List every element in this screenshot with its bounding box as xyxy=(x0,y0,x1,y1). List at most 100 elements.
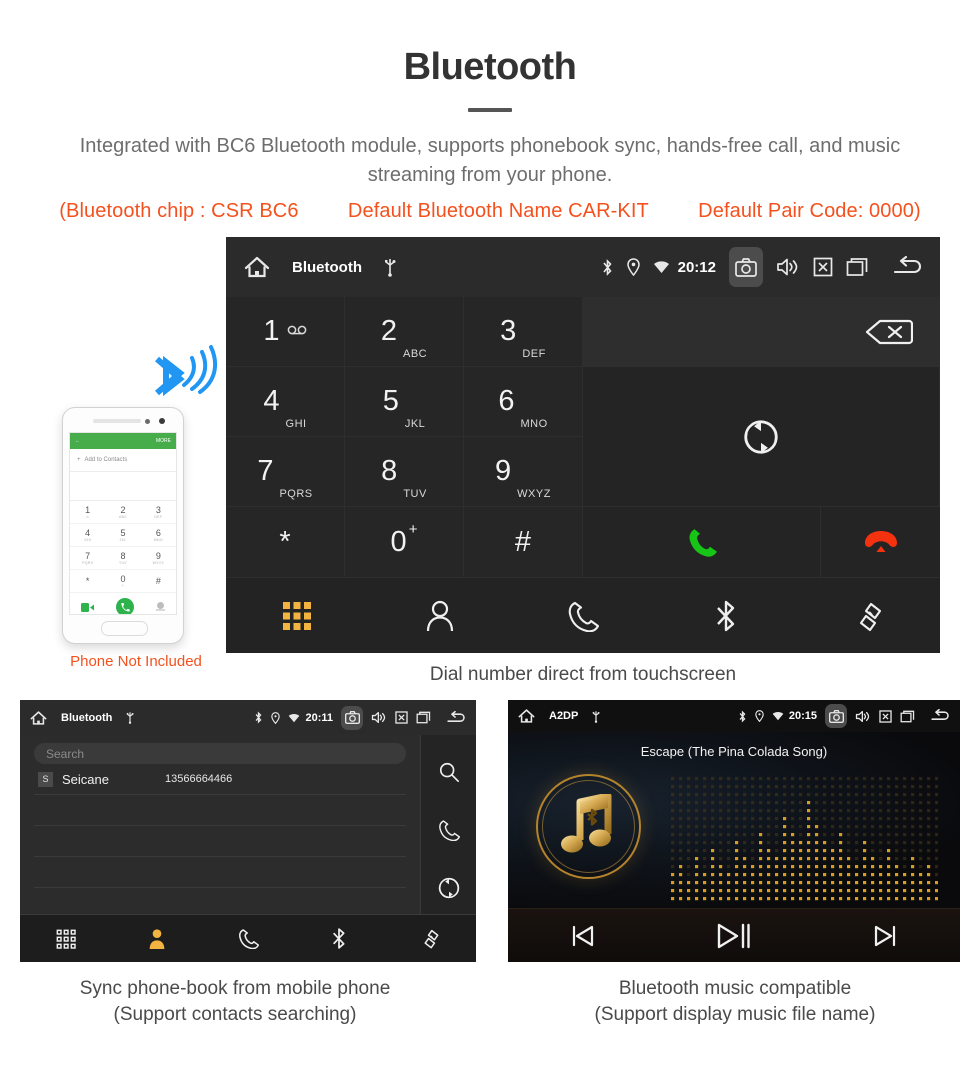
dial-key-digit: 0 xyxy=(390,525,407,558)
home-icon[interactable] xyxy=(518,708,535,724)
table-row-empty xyxy=(34,795,406,826)
phone-not-included-label: Phone Not Included xyxy=(70,653,202,670)
avatar: S xyxy=(38,771,53,787)
home-icon[interactable] xyxy=(244,255,270,279)
phone-illu-key: 0 + xyxy=(105,570,141,593)
nav-dialpad[interactable] xyxy=(226,601,369,631)
call-end-button[interactable] xyxy=(821,507,940,578)
song-title: Escape (The Pina Colada Song) xyxy=(640,744,828,759)
next-track-button[interactable] xyxy=(809,925,960,947)
nav-bluetooth[interactable] xyxy=(654,599,797,633)
call-icon[interactable] xyxy=(438,819,460,841)
equalizer-visualizer xyxy=(670,776,938,901)
phone-illu-key-digit: 2 xyxy=(120,505,126,515)
nav-call-log[interactable] xyxy=(512,600,655,632)
phonebook-screenshot: Bluetooth 20:11 Search S Seicane 1356666… xyxy=(20,700,476,962)
back-icon[interactable] xyxy=(446,710,468,725)
nav-contacts[interactable] xyxy=(111,928,202,950)
nav-link[interactable] xyxy=(797,600,940,632)
nav-dialpad[interactable] xyxy=(20,929,111,949)
phone-illu-key: 9 WXYZ xyxy=(140,547,176,570)
spec-line: (Bluetooth chip : CSR BC6 Default Blueto… xyxy=(0,200,980,223)
phone-keypad: 1 ∞ 2 ABC 3 DEF 4 GHI 5 JKL 6 MNO 7 PQRS 8 TUV 9 WXYZ * 0 + # xyxy=(70,501,176,593)
dial-key-2[interactable]: 2 ABC xyxy=(345,297,464,367)
location-icon xyxy=(271,711,281,724)
close-box-icon[interactable] xyxy=(813,257,833,277)
recent-apps-icon[interactable] xyxy=(416,711,432,724)
phone-home-button xyxy=(101,621,148,636)
search-icon[interactable] xyxy=(438,761,460,783)
nav-contacts[interactable] xyxy=(369,600,512,632)
dial-key-9[interactable]: 9 WXYZ xyxy=(464,437,583,507)
phone-illu-key: 7 PQRS xyxy=(70,547,106,570)
phone-speaker xyxy=(93,419,141,423)
dial-key-1[interactable]: 1 xyxy=(226,297,345,367)
camera-icon[interactable] xyxy=(825,704,847,728)
camera-icon[interactable] xyxy=(729,247,763,287)
phone-illu-key: 1 ∞ xyxy=(70,501,106,524)
smartphone-body: ← MORE + Add to Contacts 1 ∞ 2 ABC 3 DEF 4 GHI 5 J… xyxy=(62,407,184,644)
play-pause-button[interactable] xyxy=(659,923,810,949)
phone-illu-key-digit: 5 xyxy=(120,528,126,538)
dial-key-letters: MNO xyxy=(520,418,548,430)
table-row[interactable]: S Seicane 13566664466 xyxy=(34,764,406,795)
call-answer-button[interactable] xyxy=(583,507,821,578)
camera-icon[interactable] xyxy=(341,705,363,730)
phone-illu-key-letters: + xyxy=(121,584,125,588)
dial-key-4[interactable]: 4 GHI xyxy=(226,367,345,437)
sync-icon[interactable] xyxy=(438,877,460,899)
back-icon[interactable] xyxy=(892,256,926,278)
dial-key-6[interactable]: 6 MNO xyxy=(464,367,583,437)
previous-track-button[interactable] xyxy=(508,925,659,947)
volume-icon[interactable] xyxy=(371,711,387,724)
dial-key-star[interactable]: * xyxy=(226,507,345,578)
dial-key-8[interactable]: 8 TUV xyxy=(345,437,464,507)
dial-key-0[interactable]: 0 + xyxy=(345,507,464,578)
dialer-clock: 20:12 xyxy=(677,258,716,276)
backspace-icon xyxy=(865,318,913,346)
volume-icon[interactable] xyxy=(855,710,871,723)
spec-paircode: Default Pair Code: 0000) xyxy=(698,200,921,222)
music-note-bluetooth-icon xyxy=(560,794,618,860)
phone-illu-key-letters: ABC xyxy=(118,515,128,519)
phonebook-bottom-nav xyxy=(20,914,476,962)
phone-illu-key-digit: 3 xyxy=(155,505,161,515)
table-row-empty xyxy=(34,857,406,888)
close-box-icon[interactable] xyxy=(879,709,892,723)
sync-button[interactable] xyxy=(583,367,940,507)
dial-key-hash[interactable]: # xyxy=(464,507,583,578)
dial-key-letters: GHI xyxy=(285,418,307,430)
recent-apps-icon[interactable] xyxy=(900,710,916,723)
dial-key-5[interactable]: 5 JKL xyxy=(345,367,464,437)
dial-key-letters: JKL xyxy=(404,418,426,430)
dial-key-7[interactable]: 7 PQRS xyxy=(226,437,345,507)
call-answer-icon xyxy=(685,525,719,559)
dial-key-digit: 4 xyxy=(263,385,280,417)
phonebook-status-bar: Bluetooth 20:11 xyxy=(20,700,476,735)
search-input[interactable]: Search xyxy=(34,743,406,764)
recent-apps-icon[interactable] xyxy=(846,257,870,277)
phone-illu-key-letters: DEF xyxy=(154,515,163,519)
volume-icon[interactable] xyxy=(776,257,800,277)
phonebook-body: Search S Seicane 13566664466 xyxy=(20,735,476,925)
dial-key-digit: 3 xyxy=(500,315,517,347)
back-icon[interactable] xyxy=(930,709,952,723)
caption-phonebook: Sync phone-book from mobile phone (Suppo… xyxy=(0,976,470,1028)
dial-key-3[interactable]: 3 DEF xyxy=(464,297,583,367)
dial-key-letters: TUV xyxy=(403,488,427,500)
phone-back-arrow: ← xyxy=(75,438,80,444)
title-divider xyxy=(468,108,512,112)
contact-list: Search S Seicane 13566664466 xyxy=(20,735,420,925)
dial-key-digit: 5 xyxy=(382,385,399,417)
backspace-button[interactable] xyxy=(583,297,940,367)
nav-link[interactable] xyxy=(385,928,476,949)
contact-name: Seicane xyxy=(62,771,109,787)
dial-key-plus: + xyxy=(408,521,418,538)
page-title: Bluetooth xyxy=(403,46,577,88)
close-box-icon[interactable] xyxy=(395,711,408,724)
nav-bluetooth[interactable] xyxy=(294,927,385,950)
nav-call-log[interactable] xyxy=(202,928,293,949)
phone-illu-key-letters: PQRS xyxy=(82,561,94,565)
usb-icon xyxy=(592,710,600,723)
home-icon[interactable] xyxy=(30,710,47,726)
